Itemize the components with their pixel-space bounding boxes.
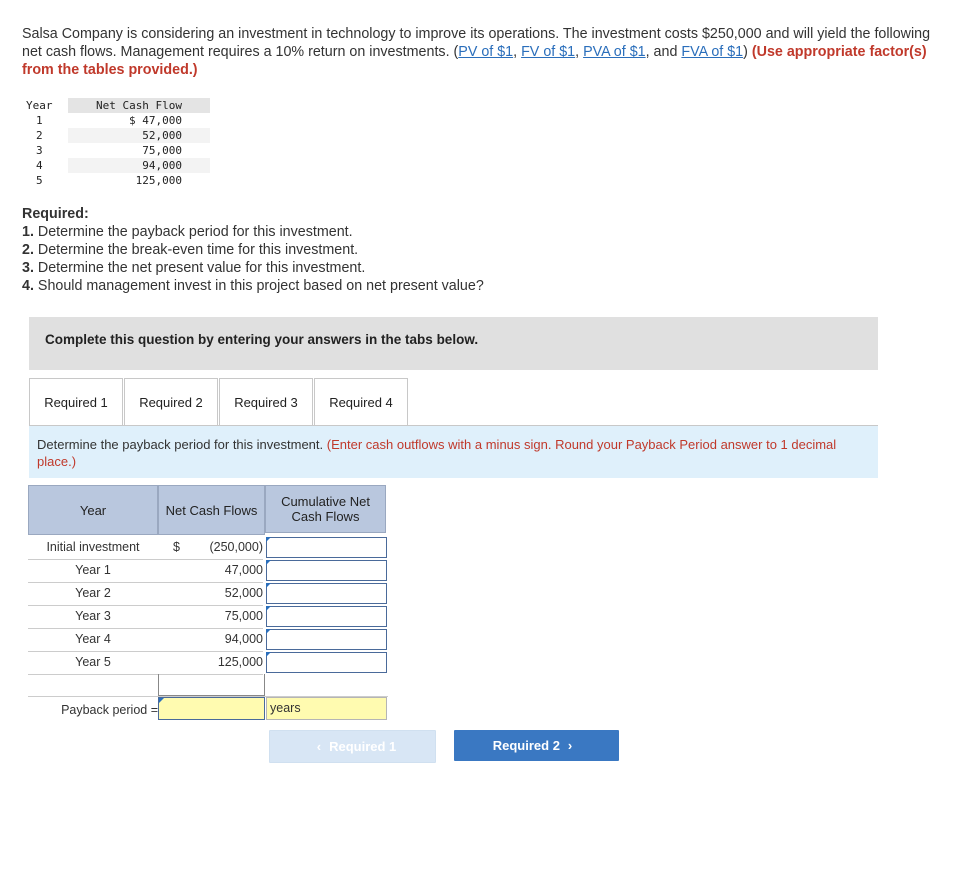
banner-text: Complete this question by entering your …: [45, 332, 479, 347]
row-value: 52,000: [158, 582, 263, 606]
tab-required-3[interactable]: Required 3: [219, 378, 313, 425]
flow-cell: 52,000: [68, 128, 210, 143]
row-value: 47,000: [158, 559, 263, 583]
next-button[interactable]: Required 2 ›: [454, 730, 619, 761]
col-header-net-cash-flows: Net Cash Flows: [158, 485, 265, 535]
row-label: Year 3: [28, 605, 158, 629]
year-header: Year: [26, 99, 53, 112]
input-marker-icon: [159, 698, 164, 703]
flow-cell: 75,000: [142, 144, 182, 157]
fva-of-1-link[interactable]: FVA of $1: [681, 44, 743, 60]
row-label: Initial investment: [28, 536, 158, 560]
prev-button-label: Required 1: [329, 739, 397, 754]
table-row: Year 5 125,000: [28, 651, 388, 675]
years-unit: years: [266, 697, 387, 720]
row-value: (250,000): [158, 536, 263, 560]
cumulative-input[interactable]: [266, 583, 387, 604]
payback-period-label: Payback period =: [61, 703, 158, 717]
year-cell: 3: [36, 144, 43, 157]
required-item: 1. Determine the payback period for this…: [22, 224, 353, 240]
net-cash-flow-header: Net Cash Flow: [68, 98, 210, 113]
cumulative-input[interactable]: [266, 606, 387, 627]
input-marker-icon: [266, 537, 271, 542]
tab-required-2[interactable]: Required 2: [124, 378, 218, 425]
year-cell: 2: [36, 129, 43, 142]
fv-of-1-link[interactable]: FV of $1: [521, 44, 575, 60]
year-cell: 1: [36, 114, 43, 127]
flow-cell: $ 47,000: [129, 114, 182, 127]
payback-worksheet: Year Net Cash Flows Cumulative Net Cash …: [28, 485, 388, 721]
row-label: Year 5: [28, 651, 158, 675]
cumulative-input[interactable]: [266, 560, 387, 581]
blank-cell: [158, 674, 265, 696]
payback-period-input[interactable]: [158, 697, 265, 720]
input-marker-icon: [266, 583, 271, 588]
prev-button[interactable]: ‹ Required 1: [269, 730, 436, 763]
cumulative-input[interactable]: [266, 629, 387, 650]
net-cash-flow-table: Year Net Cash Flow 1 $ 47,000 2 52,000 3 75…: [22, 98, 210, 188]
tab-instructions: Determine the payback period for this in…: [29, 426, 878, 478]
col-header-cumulative: Cumulative Net Cash Flows: [265, 485, 386, 533]
row-value: 75,000: [158, 605, 263, 629]
year-cell: 5: [36, 174, 43, 187]
row-value: 94,000: [158, 628, 263, 652]
col-header-year: Year: [28, 485, 158, 535]
table-row: Year 4 94,000: [28, 628, 388, 652]
cumulative-input[interactable]: [266, 652, 387, 673]
required-item: 4. Should management invest in this proj…: [22, 278, 484, 294]
row-label: Year 2: [28, 582, 158, 606]
table-row: Year 1 47,000: [28, 559, 388, 583]
input-marker-icon: [266, 606, 271, 611]
required-item: 2. Determine the break-even time for thi…: [22, 242, 359, 258]
row-label: Year 4: [28, 628, 158, 652]
cumulative-input[interactable]: [266, 537, 387, 558]
chevron-right-icon: ›: [567, 738, 573, 753]
required-heading: Required:: [22, 206, 89, 222]
tab-required-4[interactable]: Required 4: [314, 378, 408, 425]
pva-of-1-link[interactable]: PVA of $1: [583, 44, 646, 60]
row-label: Year 1: [28, 559, 158, 583]
next-button-label: Required 2: [492, 738, 560, 753]
blank-row: [28, 674, 388, 697]
required-item: 3. Determine the net present value for t…: [22, 260, 366, 276]
chevron-left-icon: ‹: [316, 739, 322, 754]
table-row: Year 2 52,000: [28, 582, 388, 606]
year-cell: 4: [36, 159, 43, 172]
question-intro: Salsa Company is considering an investme…: [22, 26, 931, 78]
pv-of-1-link[interactable]: PV of $1: [458, 44, 513, 60]
input-marker-icon: [266, 629, 271, 634]
table-row: Year 3 75,000: [28, 605, 388, 629]
tab-required-1[interactable]: Required 1: [29, 378, 123, 426]
instruction-main: Determine the payback period for this in…: [37, 437, 327, 452]
instructions-banner: Complete this question by entering your …: [29, 317, 878, 370]
table-row: Initial investment $ (250,000): [28, 536, 388, 560]
flow-cell: 94,000: [68, 158, 210, 173]
input-marker-icon: [266, 652, 271, 657]
input-marker-icon: [266, 560, 271, 565]
flow-cell: 125,000: [135, 174, 182, 187]
required-list: Required: 1. Determine the payback perio…: [22, 205, 484, 295]
row-value: 125,000: [158, 651, 263, 675]
